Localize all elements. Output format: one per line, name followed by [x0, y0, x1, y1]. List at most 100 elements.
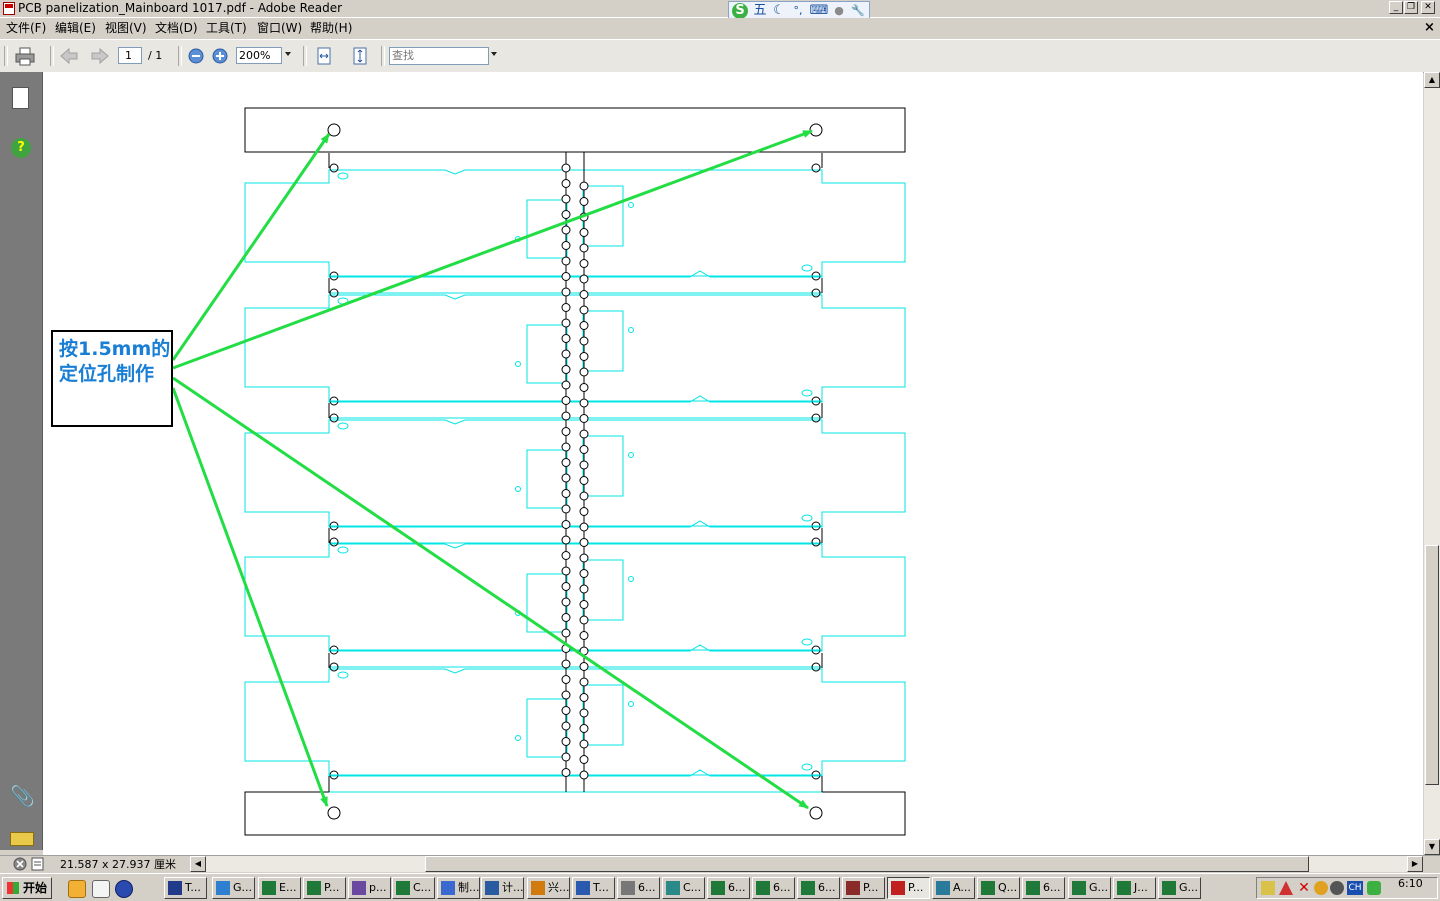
menu-view[interactable]: 视图(V) — [105, 20, 147, 36]
title-bar[interactable]: PCB panelization_Mainboard 1017.pdf - Ad… — [0, 0, 1440, 18]
mouse-bite-hole — [579, 708, 589, 718]
taskbar-task-button[interactable]: P... — [842, 877, 885, 899]
taskbar-task-button[interactable]: E... — [258, 877, 301, 899]
task-label: E... — [279, 881, 297, 894]
taskbar-task-button[interactable]: 6... — [1022, 877, 1065, 899]
keyboard-icon[interactable]: ⌨ — [809, 3, 829, 19]
document-close-button[interactable]: × — [1424, 20, 1435, 36]
taskbar-task-button[interactable]: 6... — [707, 877, 750, 899]
taskbar-task-button[interactable]: 6... — [797, 877, 840, 899]
mouse-bite-hole — [579, 615, 589, 625]
taskbar-task-button[interactable]: T... — [572, 877, 615, 899]
task-label: 6... — [728, 881, 746, 894]
scroll-up-button[interactable]: ▲ — [1424, 72, 1440, 88]
quicklaunch-clock-icon[interactable] — [68, 880, 86, 898]
mouse-bite-hole — [561, 163, 571, 173]
taskbar-task-button[interactable]: 兴... — [527, 877, 570, 899]
system-clock[interactable]: 6:10 — [1398, 877, 1423, 891]
scroll-right-button[interactable]: ▶ — [1407, 856, 1423, 872]
taskbar-task-button[interactable]: G... — [1068, 877, 1111, 899]
page-number-input[interactable]: 1 — [118, 47, 142, 64]
prev-page-icon[interactable] — [58, 46, 80, 66]
pages-icon[interactable] — [12, 87, 29, 109]
print-icon[interactable] — [14, 46, 36, 66]
quicklaunch-globe-icon[interactable] — [115, 880, 133, 898]
user-icon[interactable]: ● — [831, 3, 847, 19]
zoom-out-icon[interactable] — [185, 46, 207, 66]
toolbar-grip[interactable] — [4, 46, 8, 66]
close-button[interactable]: ✕ — [1421, 1, 1435, 14]
half-width-moon-icon[interactable]: ☾ — [771, 3, 787, 19]
quicklaunch-notepad-icon[interactable] — [92, 880, 110, 898]
taskbar-task-button[interactable]: 6... — [617, 877, 660, 899]
pcb-small-hole — [515, 735, 521, 741]
menu-edit[interactable]: 编辑(E) — [55, 20, 96, 36]
zoom-in-icon[interactable] — [209, 46, 231, 66]
taskbar-task-button[interactable]: p... — [348, 877, 391, 899]
scroll-down-button[interactable]: ▼ — [1424, 839, 1440, 855]
mouse-bite-hole — [561, 473, 571, 483]
mouse-bite-hole — [561, 768, 571, 777]
taskbar-task-button[interactable]: G... — [1158, 877, 1201, 899]
taskbar-task-button[interactable]: J... — [1113, 877, 1156, 899]
help-icon[interactable]: ? — [11, 138, 31, 158]
attachments-icon[interactable]: 📎 — [10, 784, 35, 808]
task-label: Q... — [998, 881, 1018, 894]
tray-orange-icon[interactable] — [1314, 881, 1328, 895]
taskbar-task-button[interactable]: P... — [887, 877, 930, 899]
mouse-bite-hole — [579, 662, 589, 671]
horizontal-scroll-thumb[interactable] — [425, 856, 1309, 872]
task-label: G... — [1179, 881, 1199, 894]
find-dropdown-icon[interactable] — [491, 52, 497, 56]
taskbar-task-button[interactable]: Q... — [977, 877, 1020, 899]
mouse-bite-hole — [561, 675, 571, 684]
menu-window[interactable]: 窗口(W) — [257, 20, 302, 36]
taskbar-task-button[interactable]: T... — [164, 877, 207, 899]
page-options-icon[interactable] — [30, 856, 46, 872]
scroll-left-button[interactable]: ◀ — [190, 856, 206, 872]
taskbar-task-button[interactable]: 制... — [437, 877, 480, 899]
fit-page-icon[interactable] — [349, 46, 371, 66]
tray-language-indicator[interactable]: CH — [1347, 881, 1363, 895]
find-input[interactable]: 查找 — [389, 47, 489, 65]
sogou-icon[interactable]: S — [732, 3, 748, 19]
taskbar-task-button[interactable]: C... — [662, 877, 705, 899]
fit-width-icon[interactable] — [313, 46, 335, 66]
tray-power-icon[interactable] — [1330, 881, 1344, 895]
tray-pencil-icon[interactable] — [1261, 881, 1275, 895]
start-button[interactable]: 开始 — [2, 877, 52, 899]
document-view[interactable] — [43, 72, 1423, 855]
menu-tools[interactable]: 工具(T) — [206, 20, 247, 36]
minimize-button[interactable]: _ — [1389, 1, 1403, 14]
tray-triangle-icon[interactable] — [1279, 881, 1293, 895]
mouse-bite-hole — [579, 181, 589, 191]
close-panel-icon[interactable] — [12, 856, 28, 872]
task-label: G... — [233, 881, 253, 894]
taskbar-task-button[interactable]: C... — [392, 877, 435, 899]
zoom-level-input[interactable]: 200% — [236, 47, 282, 64]
zoom-dropdown-icon[interactable] — [285, 52, 291, 56]
taskbar-task-button[interactable]: A... — [932, 877, 975, 899]
menu-file[interactable]: 文件(F) — [6, 20, 46, 36]
vertical-scroll-thumb[interactable] — [1425, 545, 1439, 785]
mouse-bite-hole — [561, 396, 571, 405]
taskbar-task-button[interactable]: 6... — [752, 877, 795, 899]
mouse-bite-hole — [579, 724, 589, 733]
taskbar-task-button[interactable]: 计... — [481, 877, 524, 899]
taskbar-task-button[interactable]: P... — [303, 877, 346, 899]
mouse-bite-hole — [561, 582, 571, 591]
tray-x-icon[interactable]: ✕ — [1297, 881, 1311, 895]
settings-wrench-icon[interactable]: 🔧 — [849, 3, 867, 19]
mouse-bite-hole — [561, 318, 571, 328]
menu-help[interactable]: 帮助(H) — [310, 20, 352, 36]
tray-sogou-icon[interactable] — [1367, 881, 1381, 895]
taskbar-task-button[interactable]: G... — [212, 877, 255, 899]
ime-mode-wubi[interactable]: 五 — [751, 3, 769, 19]
folder-icon[interactable] — [10, 832, 34, 846]
mouse-bite-hole — [561, 210, 571, 219]
restore-button[interactable]: ❐ — [1404, 1, 1418, 14]
menu-document[interactable]: 文档(D) — [155, 20, 198, 36]
breakaway-hole — [811, 537, 821, 547]
punctuation-icon[interactable]: °, — [789, 3, 807, 19]
next-page-icon[interactable] — [89, 46, 111, 66]
